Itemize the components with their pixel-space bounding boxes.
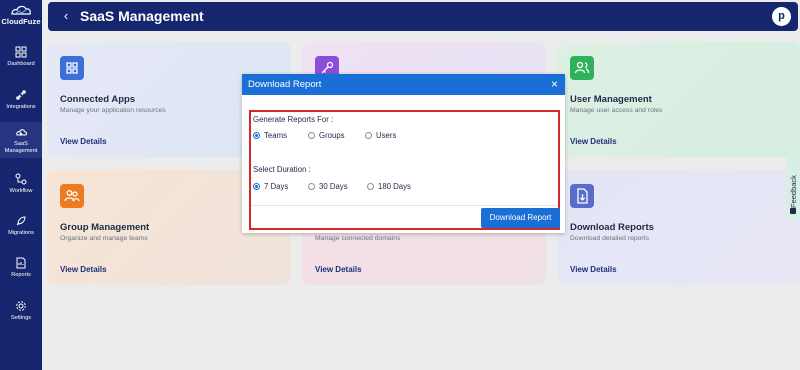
view-details-link[interactable]: View Details bbox=[60, 265, 107, 274]
sidebar-item-label: Migrations bbox=[8, 230, 34, 236]
radio-button[interactable] bbox=[367, 183, 374, 190]
group-icon bbox=[60, 184, 84, 208]
modal-header: Download Report × bbox=[242, 74, 565, 95]
generate-reports-label: Generate Reports For : bbox=[253, 115, 334, 124]
card-description: Download detailed reports bbox=[570, 235, 649, 242]
radio-button[interactable] bbox=[365, 132, 372, 139]
sidebar-item-label: Reports bbox=[11, 272, 31, 278]
modal-divider bbox=[251, 205, 558, 206]
sidebar-item-integrations[interactable]: Integrations bbox=[0, 89, 42, 111]
download-report-button[interactable]: Download Report bbox=[481, 208, 560, 228]
view-details-link[interactable]: View Details bbox=[570, 265, 617, 274]
cloud-gear-icon bbox=[16, 129, 27, 136]
radio-button[interactable] bbox=[253, 132, 260, 139]
card-title: User Management bbox=[570, 94, 652, 105]
card-title: Connected Apps bbox=[60, 94, 136, 105]
radio-teams[interactable]: Teams bbox=[253, 131, 287, 140]
card-description: Organize and manage teams bbox=[60, 235, 148, 242]
radio-groups[interactable]: Groups bbox=[308, 131, 345, 140]
download-report-modal: Download Report × Generate Reports For :… bbox=[242, 74, 565, 233]
card-title: Group Management bbox=[60, 222, 150, 233]
modal-title: Download Report bbox=[248, 79, 322, 90]
card-download-reports: Download Reports Download detailed repor… bbox=[557, 170, 800, 285]
grid-icon bbox=[15, 46, 27, 58]
back-arrow-icon[interactable]: ‹ bbox=[59, 9, 73, 23]
sidebar-item-dashboard[interactable]: Dashboard bbox=[0, 46, 42, 68]
card-description: Manage connected domains bbox=[315, 235, 401, 242]
sidebar-item-label: Workflow bbox=[9, 188, 33, 194]
feedback-icon bbox=[790, 208, 796, 214]
radio-label: 180 Days bbox=[378, 182, 411, 191]
feedback-label: Feedback bbox=[789, 175, 798, 208]
radio-label: Groups bbox=[319, 131, 345, 140]
apps-grid-icon bbox=[60, 56, 84, 80]
radio-button[interactable] bbox=[308, 132, 315, 139]
sidebar-item-saas-management[interactable]: SaaS Management bbox=[0, 122, 42, 158]
radio-label: Teams bbox=[264, 131, 287, 140]
sidebar-item-label: Integrations bbox=[6, 104, 36, 110]
radio-button[interactable] bbox=[253, 183, 260, 190]
radio-30-days[interactable]: 30 Days bbox=[308, 182, 348, 191]
logo-text: CloudFuze bbox=[1, 17, 41, 26]
download-icon bbox=[570, 184, 594, 208]
view-details-link[interactable]: View Details bbox=[60, 137, 107, 146]
avatar[interactable]: p bbox=[772, 7, 791, 26]
sidebar-item-settings[interactable]: Settings bbox=[0, 300, 42, 322]
radio-180-days[interactable]: 180 Days bbox=[367, 182, 411, 191]
card-description: Manage user access and roles bbox=[570, 107, 663, 114]
view-details-link[interactable]: View Details bbox=[315, 265, 362, 274]
plug-icon bbox=[16, 90, 26, 100]
radio-label: Users bbox=[376, 131, 397, 140]
report-icon bbox=[16, 257, 26, 269]
view-details-link[interactable]: View Details bbox=[570, 137, 617, 146]
rocket-icon bbox=[16, 216, 26, 226]
radio-label: 7 Days bbox=[264, 182, 289, 191]
sidebar-item-migrations[interactable]: Migrations bbox=[0, 215, 42, 237]
card-title: Download Reports bbox=[570, 222, 654, 233]
top-header: ‹ SaaS Management p bbox=[48, 2, 798, 31]
workflow-icon bbox=[15, 173, 27, 185]
page-title: SaaS Management bbox=[80, 8, 204, 24]
sidebar: CloudFuze Dashboard Integrations SaaS Ma… bbox=[0, 0, 42, 370]
close-icon[interactable]: × bbox=[551, 77, 558, 91]
card-user-management: User Management Manage user access and r… bbox=[557, 42, 800, 157]
gear-icon bbox=[16, 301, 26, 311]
radio-7-days[interactable]: 7 Days bbox=[253, 182, 288, 191]
cloud-logo-icon bbox=[11, 5, 31, 15]
radio-users[interactable]: Users bbox=[365, 131, 396, 140]
cloudfuze-logo[interactable]: CloudFuze bbox=[0, 4, 42, 30]
users-icon bbox=[570, 56, 594, 80]
sidebar-item-label: Settings bbox=[10, 315, 32, 321]
radio-label: 30 Days bbox=[319, 182, 348, 191]
radio-button[interactable] bbox=[308, 183, 315, 190]
select-duration-label: Select Duration : bbox=[253, 165, 311, 174]
sidebar-item-reports[interactable]: Reports bbox=[0, 257, 42, 279]
sidebar-item-workflow[interactable]: Workflow bbox=[0, 173, 42, 195]
feedback-tab[interactable]: Feedback bbox=[786, 152, 800, 220]
sidebar-item-label: Dashboard bbox=[7, 61, 35, 67]
card-description: Manage your application resources bbox=[60, 107, 166, 114]
sidebar-item-label: SaaS Management bbox=[4, 141, 38, 154]
